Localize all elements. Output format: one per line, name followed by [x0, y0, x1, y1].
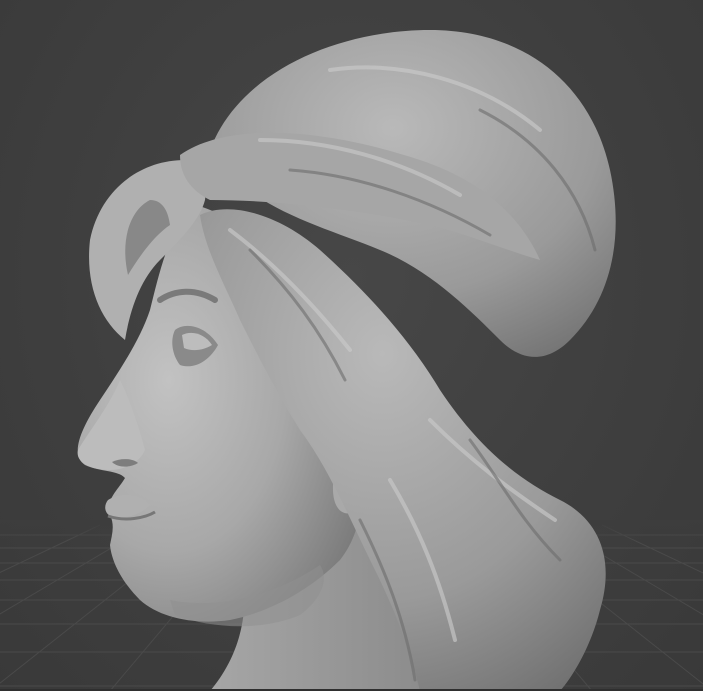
3d-viewport[interactable] [0, 0, 703, 691]
viewport-canvas[interactable] [0, 0, 703, 691]
sculpt-mesh[interactable] [77, 30, 616, 691]
